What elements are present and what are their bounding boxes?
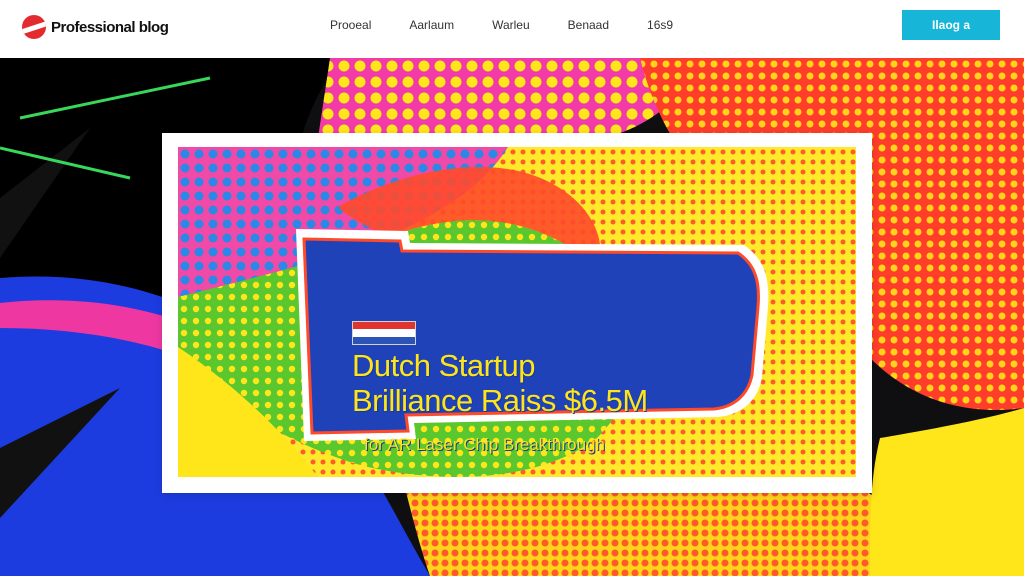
nav-item-3[interactable]: Warleu [492,18,530,32]
featured-image [178,147,856,477]
flag-stripe-red [353,322,415,330]
nav-item-2[interactable]: Aarlaum [409,18,454,32]
top-navigation: Professional blog Prooeal Aarlaum Warleu… [0,0,1024,58]
nav-item-4[interactable]: Benaad [568,18,609,32]
nav-item-5[interactable]: 16s9 [647,18,673,32]
logo-text: Professional blog [51,18,169,36]
site-logo[interactable]: Professional blog [22,12,169,42]
brand-icon [22,15,46,39]
hero-banner: Dutch Startup Brilliance Raiss $6.5M for… [0,58,1024,576]
nav-item-1[interactable]: Prooeal [330,18,371,32]
hero-headline: Dutch Startup Brilliance Raiss $6.5M [352,348,648,418]
netherlands-flag-icon [352,321,416,345]
hero-subheadline: for AR Laser Chip Breakthrough [364,435,605,454]
main-nav: Prooeal Aarlaum Warleu Benaad 16s9 [330,18,711,32]
headline-line-1: Dutch Startup [352,348,536,383]
featured-pop-art [178,147,856,477]
headline-line-2: Brilliance Raiss $6.5M [352,383,648,418]
header-cta-button[interactable]: Ilaog a [902,10,1000,40]
flag-stripe-white [353,329,415,337]
flag-stripe-blue [353,336,415,344]
